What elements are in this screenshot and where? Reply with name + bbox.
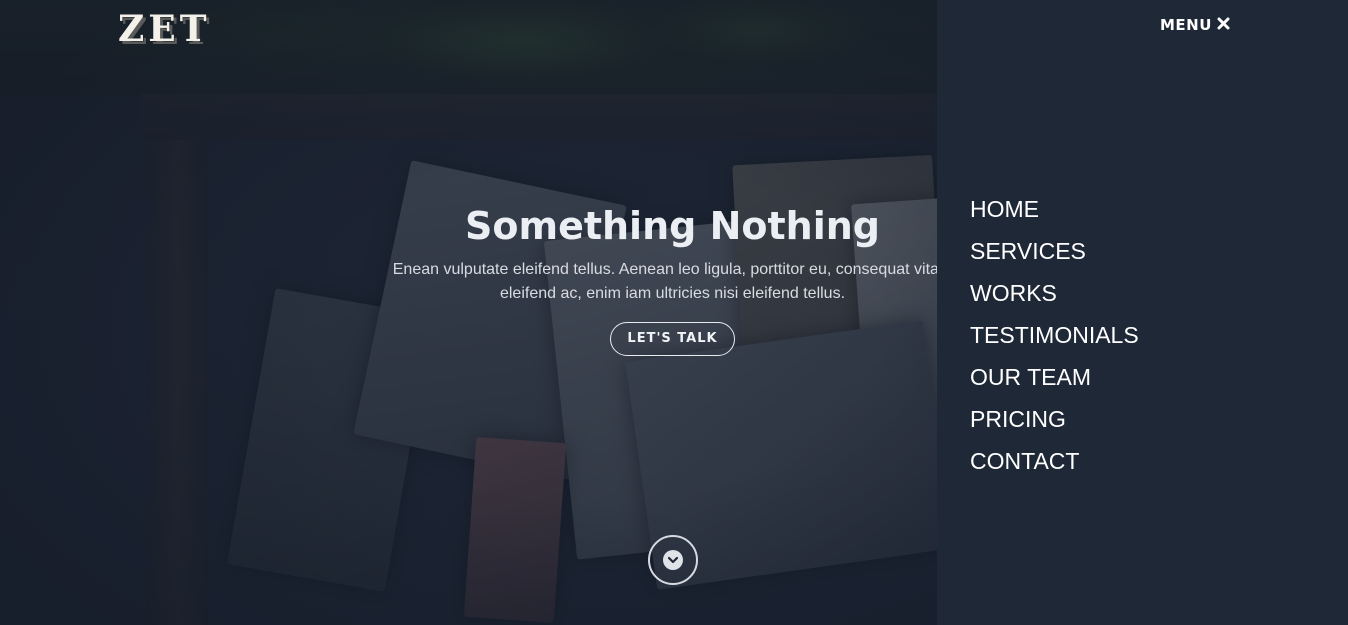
menu-item-testimonials[interactable]: TESTIMONIALS [970, 314, 1139, 356]
site-logo[interactable]: ZET [118, 8, 211, 50]
menu-item-home[interactable]: HOME [970, 188, 1139, 230]
menu-item-pricing[interactable]: PRICING [970, 398, 1139, 440]
menu-toggle-button[interactable]: MENU [1160, 16, 1230, 34]
menu-item-our-team[interactable]: OUR TEAM [970, 356, 1139, 398]
hero-description: Enean vulputate eleifend tellus. Aenean … [360, 258, 985, 306]
menu-toggle-label: MENU [1160, 16, 1212, 34]
scroll-down-button[interactable] [648, 535, 698, 585]
lets-talk-button[interactable]: LET'S TALK [610, 322, 735, 356]
menu-list: HOME SERVICES WORKS TESTIMONIALS OUR TEA… [970, 188, 1139, 482]
close-icon [1217, 16, 1230, 34]
hero-title: Something Nothing [465, 204, 880, 248]
side-menu-panel: MENU HOME SERVICES WORKS TESTIMONIALS OU… [937, 0, 1348, 625]
menu-item-contact[interactable]: CONTACT [970, 440, 1139, 482]
hero-description-line: eleifend ac, enim iam ultricies nisi ele… [499, 285, 846, 302]
menu-item-works[interactable]: WORKS [970, 272, 1139, 314]
hero-description-line: Enean vulputate eleifend tellus. Aenean … [392, 261, 953, 278]
chevron-down-icon [663, 550, 683, 570]
menu-item-services[interactable]: SERVICES [970, 230, 1139, 272]
hero-content: Something Nothing Enean vulputate eleife… [360, 200, 985, 356]
